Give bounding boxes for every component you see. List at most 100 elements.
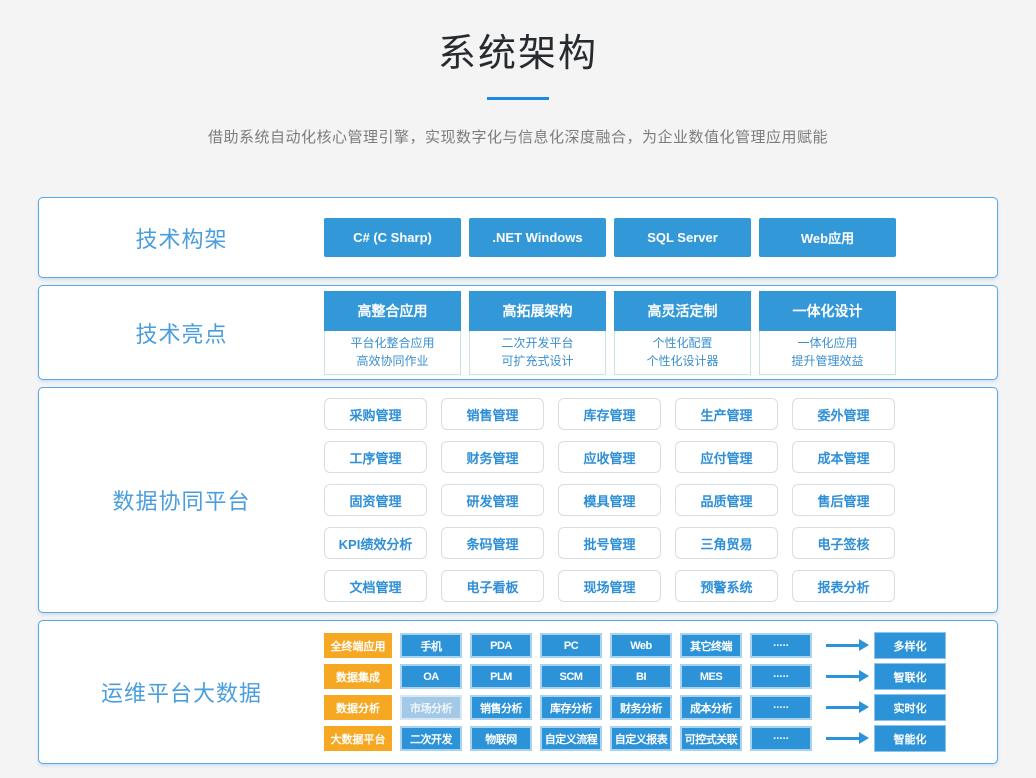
highlight-card-title: 高灵活定制 <box>614 291 751 331</box>
page-header: 系统架构 借助系统自动化核心管理引擎，实现数字化与信息化深度融合，为企业数值化管… <box>0 0 1036 147</box>
module-chip-cost[interactable]: 成本管理 <box>792 441 895 473</box>
module-chip-receivable[interactable]: 应收管理 <box>558 441 661 473</box>
ops-row-integration: 数据集成 OA PLM SCM BI MES ····· 智联化 <box>324 663 997 690</box>
module-chip-document[interactable]: 文档管理 <box>324 570 427 602</box>
ops-item-more: ····· <box>750 633 812 658</box>
module-chip-esign[interactable]: 电子签核 <box>792 527 895 559</box>
page-subtitle: 借助系统自动化核心管理引擎，实现数字化与信息化深度融合，为企业数值化管理应用赋能 <box>0 126 1036 147</box>
module-chip-kpi[interactable]: KPI绩效分析 <box>324 527 427 559</box>
tech-button-dotnet[interactable]: .NET Windows <box>469 218 606 257</box>
module-chip-sales[interactable]: 销售管理 <box>441 398 544 430</box>
module-chip-production[interactable]: 生产管理 <box>675 398 778 430</box>
module-chip-barcode[interactable]: 条码管理 <box>441 527 544 559</box>
highlight-card: 高整合应用 平台化整合应用 高效协同作业 <box>324 291 461 375</box>
module-chip-kanban[interactable]: 电子看板 <box>441 570 544 602</box>
module-chip-shopfloor[interactable]: 现场管理 <box>558 570 661 602</box>
ops-item: 自定义报表 <box>610 726 672 751</box>
module-chip-report[interactable]: 报表分析 <box>792 570 895 602</box>
module-chip-purchase[interactable]: 采购管理 <box>324 398 427 430</box>
ops-item: 物联网 <box>470 726 532 751</box>
ops-row-analytics: 数据分析 市场分析 销售分析 库存分析 财务分析 成本分析 ····· 实时化 <box>324 694 997 721</box>
ops-category-badge: 数据集成 <box>324 664 392 689</box>
ops-row-bigdata: 大数据平台 二次开发 物联网 自定义流程 自定义报表 可控式关联 ····· 智… <box>324 725 997 752</box>
ops-item-more: ····· <box>750 695 812 720</box>
section-data-platform: 数据协同平台 采购管理 销售管理 库存管理 生产管理 委外管理 工序管理 财务管… <box>38 387 998 613</box>
ops-category-badge: 大数据平台 <box>324 726 392 751</box>
highlight-card-title: 高拓展架构 <box>469 291 606 331</box>
module-chip-inventory[interactable]: 库存管理 <box>558 398 661 430</box>
highlight-card: 高灵活定制 个性化配置 个性化设计器 <box>614 291 751 375</box>
ops-row-terminals: 全终端应用 手机 PDA PC Web 其它终端 ····· 多样化 <box>324 632 997 659</box>
ops-platform-label: 运维平台大数据 <box>39 676 324 708</box>
module-chip-triangle-trade[interactable]: 三角贸易 <box>675 527 778 559</box>
module-chip-aftersales[interactable]: 售后管理 <box>792 484 895 516</box>
right-arrow-icon <box>826 644 860 647</box>
ops-item-more: ····· <box>750 664 812 689</box>
highlight-line: 个性化配置 <box>615 334 750 352</box>
ops-item: 其它终端 <box>680 633 742 658</box>
ops-item: Web <box>610 633 672 658</box>
ops-item: 财务分析 <box>610 695 672 720</box>
page-title: 系统架构 <box>0 22 1036 77</box>
module-chip-finance[interactable]: 财务管理 <box>441 441 544 473</box>
section-ops-platform: 运维平台大数据 全终端应用 手机 PDA PC Web 其它终端 ····· 多… <box>38 620 998 764</box>
module-chip-outsourcing[interactable]: 委外管理 <box>792 398 895 430</box>
tech-button-csharp[interactable]: C# (C Sharp) <box>324 218 461 257</box>
data-platform-label: 数据协同平台 <box>39 484 324 516</box>
ops-category-badge: 数据分析 <box>324 695 392 720</box>
tech-framework-row: C# (C Sharp) .NET Windows SQL Server Web… <box>324 218 997 257</box>
title-underline <box>487 97 549 100</box>
ops-result-badge: 智能化 <box>874 725 946 752</box>
ops-rows: 全终端应用 手机 PDA PC Web 其它终端 ····· 多样化 数据集成 … <box>324 632 997 752</box>
highlight-line: 一体化应用 <box>760 334 895 352</box>
module-chip-payable[interactable]: 应付管理 <box>675 441 778 473</box>
ops-item: 成本分析 <box>680 695 742 720</box>
highlight-line: 高效协同作业 <box>325 352 460 370</box>
highlight-line: 平台化整合应用 <box>325 334 460 352</box>
tech-button-webapp[interactable]: Web应用 <box>759 218 896 257</box>
ops-item: 库存分析 <box>540 695 602 720</box>
ops-item: SCM <box>540 664 602 689</box>
highlight-line: 可扩充式设计 <box>470 352 605 370</box>
module-chip-alert[interactable]: 预警系统 <box>675 570 778 602</box>
ops-item: PLM <box>470 664 532 689</box>
module-chip-mold[interactable]: 模具管理 <box>558 484 661 516</box>
ops-item: 销售分析 <box>470 695 532 720</box>
module-grid: 采购管理 销售管理 库存管理 生产管理 委外管理 工序管理 财务管理 应收管理 … <box>324 396 997 604</box>
highlight-card-title: 高整合应用 <box>324 291 461 331</box>
highlight-card-body: 二次开发平台 可扩充式设计 <box>469 331 606 375</box>
right-arrow-icon <box>826 675 860 678</box>
ops-item: 可控式关联 <box>680 726 742 751</box>
highlight-card-body: 个性化配置 个性化设计器 <box>614 331 751 375</box>
module-chip-process[interactable]: 工序管理 <box>324 441 427 473</box>
ops-result-badge: 智联化 <box>874 663 946 690</box>
ops-item-more: ····· <box>750 726 812 751</box>
highlight-card-title: 一体化设计 <box>759 291 896 331</box>
ops-item: 手机 <box>400 633 462 658</box>
tech-highlights-row: 高整合应用 平台化整合应用 高效协同作业 高拓展架构 二次开发平台 可扩充式设计… <box>324 291 997 375</box>
ops-item: 市场分析 <box>400 695 462 720</box>
section-tech-highlights: 技术亮点 高整合应用 平台化整合应用 高效协同作业 高拓展架构 二次开发平台 可… <box>38 285 998 380</box>
ops-result-badge: 实时化 <box>874 694 946 721</box>
tech-highlights-label: 技术亮点 <box>39 317 324 349</box>
module-chip-quality[interactable]: 品质管理 <box>675 484 778 516</box>
tech-button-sqlserver[interactable]: SQL Server <box>614 218 751 257</box>
highlight-card: 一体化设计 一体化应用 提升管理效益 <box>759 291 896 375</box>
right-arrow-icon <box>826 706 860 709</box>
tech-framework-label: 技术构架 <box>39 222 324 254</box>
ops-item: BI <box>610 664 672 689</box>
highlight-line: 个性化设计器 <box>615 352 750 370</box>
module-chip-fixed-assets[interactable]: 固资管理 <box>324 484 427 516</box>
sections-container: 技术构架 C# (C Sharp) .NET Windows SQL Serve… <box>38 197 998 764</box>
module-chip-rnd[interactable]: 研发管理 <box>441 484 544 516</box>
ops-item: PDA <box>470 633 532 658</box>
ops-category-badge: 全终端应用 <box>324 633 392 658</box>
highlight-card-body: 平台化整合应用 高效协同作业 <box>324 331 461 375</box>
highlight-line: 提升管理效益 <box>760 352 895 370</box>
ops-item: PC <box>540 633 602 658</box>
ops-item: 自定义流程 <box>540 726 602 751</box>
module-chip-batch[interactable]: 批号管理 <box>558 527 661 559</box>
ops-item: 二次开发 <box>400 726 462 751</box>
ops-result-badge: 多样化 <box>874 632 946 659</box>
system-architecture-page: 系统架构 借助系统自动化核心管理引擎，实现数字化与信息化深度融合，为企业数值化管… <box>0 0 1036 764</box>
